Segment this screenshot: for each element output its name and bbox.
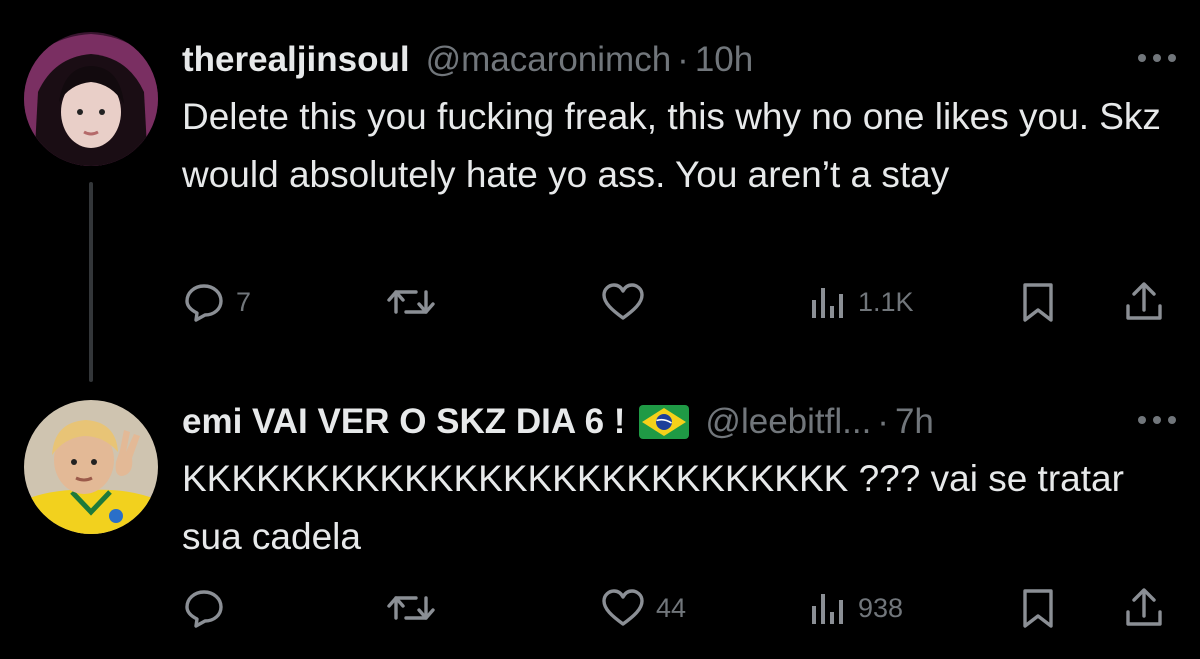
action-bar: 7 1.1K [0,280,1200,330]
thread-connector [89,182,93,382]
avatar[interactable] [24,32,158,166]
share-icon [1126,282,1162,320]
avatar[interactable] [24,400,158,534]
views-button[interactable]: 938 [808,586,903,630]
like-count: 44 [656,592,687,623]
repost-button[interactable] [386,280,446,324]
tweet-header: therealjinsoul @macaronimch · 10h [182,38,753,82]
repost-icon [387,290,435,314]
tweet-1[interactable]: therealjinsoul @macaronimch · 10h Delete… [0,0,1200,380]
share-button[interactable] [1122,280,1166,324]
bookmark-icon [1023,589,1053,628]
timestamp[interactable]: 10h [695,40,753,80]
reply-icon [185,590,223,628]
more-options-icon[interactable] [1134,410,1180,430]
like-button[interactable] [600,280,656,324]
view-count: 938 [858,592,904,623]
display-name[interactable]: emi VAI VER O SKZ DIA 6 ! [182,402,625,442]
repost-icon [387,596,435,620]
bookmark-button[interactable] [1018,280,1058,324]
brazil-flag-icon [639,405,690,439]
share-icon [1126,588,1162,626]
profile-photo-icon [24,32,158,166]
views-icon [812,594,843,624]
action-bar: 44 938 [0,586,1200,636]
profile-photo-icon [24,400,158,534]
views-button[interactable]: 1.1K [808,280,914,324]
share-button[interactable] [1122,586,1166,630]
more-options-icon[interactable] [1134,48,1180,68]
reply-button[interactable]: 7 [182,280,251,324]
tweet-2[interactable]: emi VAI VER O SKZ DIA 6 ! @leebitfl... ·… [0,380,1200,659]
reply-count: 7 [236,286,252,317]
view-count: 1.1K [858,286,914,317]
like-button[interactable]: 44 [600,586,686,630]
handle[interactable]: @macaronimch [426,40,672,80]
display-name[interactable]: therealjinsoul [182,40,410,80]
reply-icon [185,284,223,322]
bookmark-icon [1023,283,1053,322]
reply-button[interactable] [182,586,236,630]
tweet-text: Delete this you fucking freak, this why … [182,96,1161,195]
tweet-text: KKKKKKKKKKKKKKKKKKKKKKKKKKK ??? vai se t… [182,458,1124,557]
tweet-header: emi VAI VER O SKZ DIA 6 ! @leebitfl... ·… [182,400,934,444]
bookmark-button[interactable] [1018,586,1058,630]
views-icon [812,288,843,318]
handle[interactable]: @leebitfl... [705,402,871,442]
heart-icon [602,283,644,320]
heart-icon [602,589,644,626]
timestamp[interactable]: 7h [895,402,934,442]
repost-button[interactable] [386,586,446,630]
separator: · [677,40,689,79]
separator: · [877,402,889,441]
